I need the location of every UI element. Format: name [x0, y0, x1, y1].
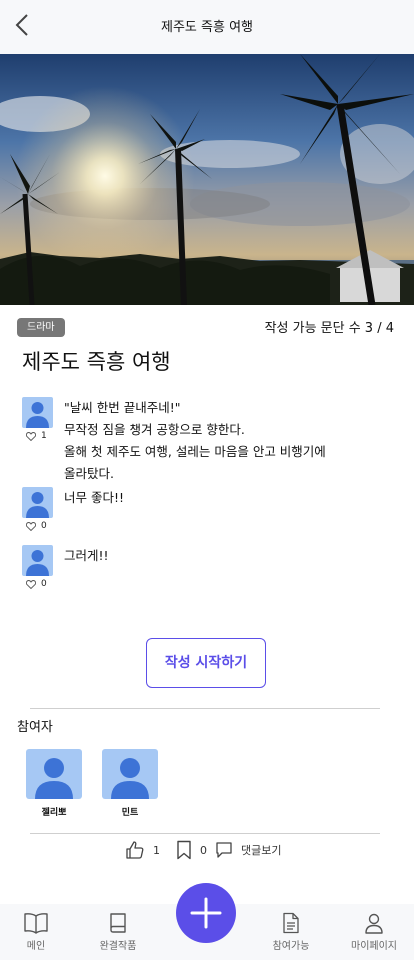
like-count: 1 — [153, 843, 160, 857]
person-icon — [26, 550, 49, 576]
divider — [30, 708, 380, 709]
thumbs-up-icon[interactable] — [125, 840, 145, 860]
paragraph-line: 무작정 짐을 챙겨 공항으로 향한다. — [64, 422, 245, 437]
divider — [30, 833, 380, 834]
story-title: 제주도 즉흥 여행 — [22, 350, 171, 374]
tab-completed[interactable]: 완결작품 — [78, 912, 158, 952]
plus-icon — [190, 897, 222, 929]
tab-label: 참여가능 — [272, 941, 310, 952]
bookmark-icon[interactable] — [176, 840, 192, 860]
paragraph-count: 작성 가능 문단 수 3 / 4 — [264, 321, 394, 336]
paragraph-line: 너무 좋다!! — [64, 490, 124, 505]
paragraph-item: 0 그러게!! — [22, 545, 402, 593]
avatar — [26, 749, 82, 799]
comment-icon[interactable] — [215, 841, 233, 859]
like-count: 1 — [41, 431, 47, 441]
avatar[interactable] — [22, 397, 53, 428]
add-button[interactable] — [176, 883, 236, 943]
person-icon — [26, 402, 49, 428]
paragraph-item: 0 너무 좋다!! — [22, 487, 402, 535]
like-control[interactable]: 0 — [26, 521, 47, 531]
paragraph-line: 올라탔다. — [64, 466, 114, 481]
stats-bar: 1 0 댓글보기 — [125, 839, 281, 861]
paragraph-text: 그러게!! — [64, 545, 109, 567]
like-count: 0 — [41, 579, 47, 589]
tab-mypage[interactable]: 마이페이지 — [334, 912, 414, 952]
avatar — [102, 749, 158, 799]
person-icon — [111, 758, 149, 799]
tab-label: 마이페이지 — [351, 941, 397, 952]
paragraph-text: "날씨 한번 끝내주네!" 무작정 짐을 챙겨 공항으로 향한다. 올해 첫 제… — [64, 397, 326, 485]
bookmark-count: 0 — [200, 843, 207, 857]
tab-joinable[interactable]: 참여가능 — [251, 912, 331, 952]
avatar[interactable] — [22, 487, 53, 518]
participant-card[interactable]: 민트 — [102, 749, 158, 818]
like-count: 0 — [41, 521, 47, 531]
cover-image — [0, 54, 414, 305]
genre-badge: 드라마 — [17, 318, 65, 337]
like-control[interactable]: 1 — [26, 431, 47, 441]
heart-icon — [26, 521, 36, 531]
tab-label: 완결작품 — [99, 941, 137, 952]
heart-icon — [26, 579, 36, 589]
participant-name: 젤리뽀 — [41, 808, 67, 818]
paragraph-line: "날씨 한번 끝내주네!" — [64, 400, 181, 415]
participant-card[interactable]: 젤리뽀 — [26, 749, 82, 818]
heart-icon — [26, 431, 36, 441]
person-icon — [35, 758, 73, 799]
top-app-bar: 제주도 즉흥 여행 — [0, 0, 414, 54]
book-icon — [110, 913, 126, 933]
paragraph-line: 그러게!! — [64, 548, 109, 563]
tab-label: 메인 — [26, 941, 46, 952]
page-title: 제주도 즉흥 여행 — [161, 20, 253, 35]
participant-name: 민트 — [121, 808, 139, 818]
paragraph-item: 1 "날씨 한번 끝내주네!" 무작정 짐을 챙겨 공항으로 향한다. 올해 첫… — [22, 397, 402, 481]
tab-main[interactable]: 메인 — [0, 912, 76, 952]
book-open-icon — [24, 913, 48, 934]
person-icon — [26, 492, 49, 518]
document-icon — [283, 912, 299, 934]
view-comments-link[interactable]: 댓글보기 — [241, 842, 281, 858]
paragraph-line: 올해 첫 제주도 여행, 설레는 마음을 안고 비행기에 — [64, 444, 326, 459]
start-writing-button[interactable]: 작성 시작하기 — [146, 638, 266, 688]
like-control[interactable]: 0 — [26, 579, 47, 589]
paragraph-text: 너무 좋다!! — [64, 487, 124, 509]
avatar[interactable] — [22, 545, 53, 576]
person-icon — [365, 913, 383, 934]
participants-label: 참여자 — [17, 720, 53, 735]
